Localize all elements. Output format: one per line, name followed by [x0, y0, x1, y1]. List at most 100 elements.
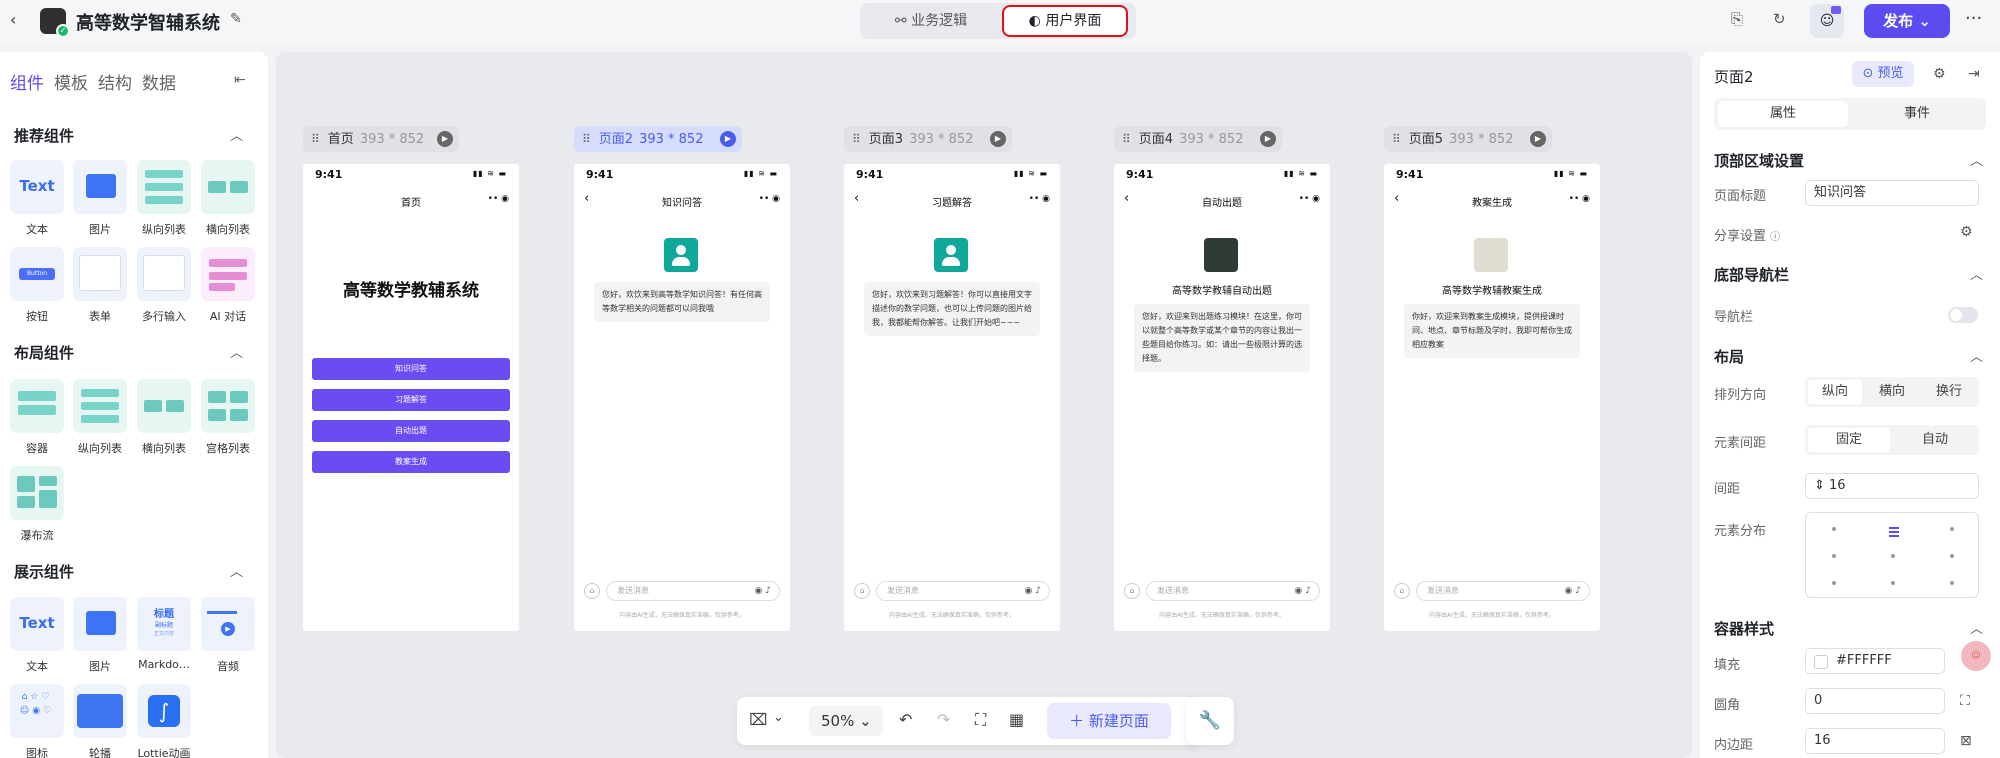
padding-input[interactable]: 16 — [1805, 728, 1945, 754]
direction-horizontal[interactable]: 横向 — [1865, 380, 1919, 404]
undo-icon[interactable]: ↶ — [899, 710, 912, 729]
collapse-right-icon[interactable]: ⇥ — [1968, 66, 1980, 82]
phone-page5[interactable]: 9:41 ▮▮ ≋ ▬ ‹ 教案生成 •• ◉ 高等数学教辅教案生成 你好，欢迎来到教… — [1384, 164, 1600, 631]
share-settings-icon[interactable]: ⚙ — [1960, 224, 1973, 240]
play-icon[interactable]: ▶ — [437, 131, 453, 147]
gap-input[interactable]: ⇕ 16 — [1805, 473, 1979, 499]
page-tag-page2[interactable]: ⠿ 页面2 393 * 852 ▶ — [574, 126, 742, 152]
more-icon[interactable]: ··· — [1965, 8, 1982, 29]
spacing-auto[interactable]: 自动 — [1894, 428, 1976, 452]
history-icon[interactable]: ↻ — [1773, 10, 1786, 28]
tab-structure[interactable]: 结构 — [98, 69, 132, 94]
section-display[interactable]: 展示组件 ︿ — [14, 561, 243, 582]
nav-toggle[interactable] — [1948, 307, 1978, 323]
fill-color-input[interactable]: #FFFFFF — [1805, 648, 1945, 674]
attach-icon[interactable]: ⌂ — [1124, 583, 1140, 599]
play-icon[interactable]: ▶ — [990, 131, 1006, 147]
comp-multiline-input[interactable]: 多行输入 — [136, 247, 192, 324]
page-tag-home[interactable]: ⠿ 首页 393 * 852 ▶ — [303, 126, 459, 152]
tab-attributes[interactable]: 属性 — [1718, 101, 1848, 127]
tools-button[interactable]: 🔧 — [1186, 697, 1234, 745]
tab-data[interactable]: 数据 — [142, 69, 176, 94]
home-button-qa[interactable]: 知识问答 — [312, 358, 510, 380]
comp-ai-chat[interactable]: AI 对话 — [200, 247, 256, 324]
comp-button[interactable]: Button 按钮 — [9, 247, 65, 324]
comp-horizontal-list[interactable]: 横向列表 — [200, 160, 256, 237]
direction-vertical[interactable]: 纵向 — [1808, 380, 1862, 404]
padding-icon[interactable]: ⊠ — [1960, 733, 1972, 749]
phone-home[interactable]: 9:41 ▮▮ ≋ ▬ 首页 •• ◉ 高等数学教辅系统 知识问答 习题解答 自动出… — [303, 164, 519, 631]
preview-button[interactable]: ⊙ 预览 — [1852, 61, 1914, 87]
radius-input[interactable]: 0 — [1805, 688, 1945, 714]
page-title-input[interactable]: 知识问答 — [1805, 180, 1979, 206]
comp-vertical-list[interactable]: 纵向列表 — [136, 160, 192, 237]
message-input[interactable]: 发送消息 ◉ ♪ — [1146, 581, 1320, 601]
import-icon[interactable]: ⎘ — [1731, 10, 1743, 28]
fit-screen-icon[interactable]: ⛶ — [975, 710, 986, 730]
message-input[interactable]: 发送消息 ◉ ♪ — [1416, 581, 1590, 601]
tab-events[interactable]: 事件 — [1852, 101, 1982, 127]
comp-icon[interactable]: ⌂☆♡ ☺◉♡ 图标 — [9, 684, 65, 758]
section-bottom-nav[interactable]: 底部导航栏 ︿ — [1714, 264, 1983, 285]
assistant-float-icon[interactable]: ☺ — [1961, 641, 1991, 671]
section-top-area[interactable]: 顶部区域设置 ︿ — [1714, 150, 1983, 171]
mic-icon[interactable]: ◉ ♪ — [755, 582, 771, 600]
tab-components[interactable]: 组件 — [10, 69, 44, 94]
home-button-exercise[interactable]: 习题解答 — [312, 389, 510, 411]
publish-button[interactable]: 发布 ⌄ — [1864, 4, 1950, 38]
comp-layout-vertical-list[interactable]: 纵向列表 — [72, 379, 128, 456]
play-icon[interactable]: ▶ — [1530, 131, 1546, 147]
distribution-grid[interactable] — [1805, 512, 1979, 598]
back-arrow-icon[interactable]: ‹ — [10, 10, 16, 29]
tab-templates[interactable]: 模板 — [54, 69, 88, 94]
attach-icon[interactable]: ⌂ — [1394, 583, 1410, 599]
attach-icon[interactable]: ⌂ — [854, 583, 870, 599]
phone-page3[interactable]: 9:41 ▮▮ ≋ ▬ ‹ 习题解答 •• ◉ 您好，欢饮来到习题解答！你可以直接用文… — [844, 164, 1060, 631]
page-tag-page4[interactable]: ⠿ 页面4 393 * 852 ▶ — [1114, 126, 1282, 152]
settings-icon[interactable]: ⚙ — [1933, 66, 1946, 82]
play-icon[interactable]: ▶ — [1260, 131, 1276, 147]
mic-icon[interactable]: ◉ ♪ — [1295, 582, 1311, 600]
comp-grid-list[interactable]: 宫格列表 — [200, 379, 256, 456]
page-tag-page5[interactable]: ⠿ 页面5 393 * 852 ▶ — [1384, 126, 1552, 152]
collaborators-button[interactable]: ☺ — [1810, 4, 1844, 38]
mouse-icon[interactable]: ⌧ — [749, 710, 767, 729]
tab-business-logic[interactable]: ⚯ 业务逻辑 — [866, 7, 996, 35]
section-container-style[interactable]: 容器样式 ︿ — [1714, 618, 1983, 639]
attach-icon[interactable]: ⌂ — [584, 583, 600, 599]
drag-handle-icon[interactable]: ⠿ — [852, 132, 861, 146]
mic-icon[interactable]: ◉ ♪ — [1565, 582, 1581, 600]
home-button-quiz[interactable]: 自动出题 — [312, 420, 510, 442]
phone-page2[interactable]: 9:41 ▮▮ ≋ ▬ ‹ 知识问答 •• ◉ 您好，欢饮来到高等数学知识问答！有任何… — [574, 164, 790, 631]
page-tag-page3[interactable]: ⠿ 页面3 393 * 852 ▶ — [844, 126, 1012, 152]
play-icon[interactable]: ▶ — [720, 131, 736, 147]
direction-wrap[interactable]: 换行 — [1922, 380, 1976, 404]
drag-handle-icon[interactable]: ⠿ — [311, 132, 320, 146]
message-input[interactable]: 发送消息 ◉ ♪ — [606, 581, 780, 601]
new-page-button[interactable]: ＋ 新建页面 — [1047, 703, 1171, 739]
grid-view-icon[interactable]: ▦ — [1009, 710, 1024, 729]
comp-form[interactable]: 表单 — [72, 247, 128, 324]
mic-icon[interactable]: ◉ ♪ — [1025, 582, 1041, 600]
corner-icon[interactable]: ⛶ — [1960, 693, 1970, 709]
drag-handle-icon[interactable]: ⠿ — [1392, 132, 1401, 146]
drag-handle-icon[interactable]: ⠿ — [1122, 132, 1131, 146]
comp-image[interactable]: 图片 — [72, 160, 128, 237]
comp-container[interactable]: 容器 — [9, 379, 65, 456]
comp-lottie[interactable]: ∫ Lottie动画 — [136, 684, 192, 758]
redo-icon[interactable]: ↷ — [937, 710, 950, 729]
spacing-fixed[interactable]: 固定 — [1808, 428, 1890, 452]
edit-icon[interactable]: ✎ — [230, 11, 242, 27]
comp-audio[interactable]: ▶ 音频 — [200, 597, 256, 674]
section-recommended[interactable]: 推荐组件 ︿ — [14, 125, 243, 146]
comp-layout-horizontal-list[interactable]: 横向列表 — [136, 379, 192, 456]
comp-waterfall[interactable]: 瀑布流 — [9, 466, 65, 543]
comp-text[interactable]: Text 文本 — [9, 160, 65, 237]
comp-display-image[interactable]: 图片 — [72, 597, 128, 674]
chevron-down-icon[interactable]: ⌄ — [773, 710, 784, 725]
drag-handle-icon[interactable]: ⠿ — [582, 132, 591, 146]
comp-markdown[interactable]: 标题 副标题 正文内容 Markdo… — [136, 597, 192, 671]
collapse-panel-icon[interactable]: ⇤ — [234, 72, 246, 88]
zoom-select[interactable]: 50% ⌄ — [809, 706, 883, 736]
tab-user-interface[interactable]: ◐ 用户界面 — [1002, 5, 1128, 37]
